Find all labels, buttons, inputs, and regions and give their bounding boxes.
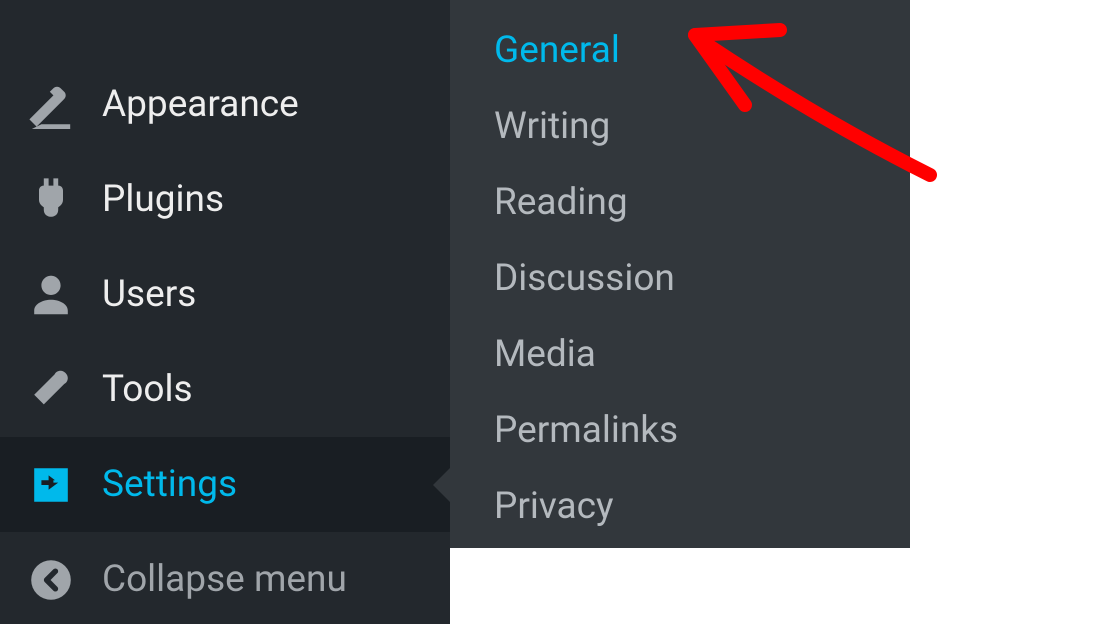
sidebar-item-label: Users <box>102 273 196 316</box>
users-icon <box>25 269 77 321</box>
sidebar-item-settings[interactable]: Settings <box>0 437 450 532</box>
sidebar-item-label: Appearance <box>102 83 299 126</box>
settings-icon <box>25 459 77 511</box>
submenu-item-label: Media <box>494 333 596 376</box>
submenu-item-writing[interactable]: Writing <box>450 88 910 164</box>
admin-sidebar: Appearance Plugins Users Tools Settings … <box>0 0 450 624</box>
submenu-item-label: Discussion <box>494 257 675 300</box>
submenu-item-label: Permalinks <box>494 409 678 452</box>
sidebar-item-tools[interactable]: Tools <box>0 342 450 437</box>
flyout-pointer <box>433 467 451 503</box>
sidebar-item-label: Tools <box>102 368 193 411</box>
submenu-item-label: Reading <box>494 181 628 224</box>
submenu-item-reading[interactable]: Reading <box>450 164 910 240</box>
sidebar-item-label: Settings <box>102 463 237 506</box>
submenu-item-general[interactable]: General <box>450 12 910 88</box>
submenu-item-privacy[interactable]: Privacy <box>450 468 910 544</box>
settings-submenu: General Writing Reading Discussion Media… <box>450 0 910 548</box>
sidebar-item-appearance[interactable]: Appearance <box>0 57 450 152</box>
sidebar-item-users[interactable]: Users <box>0 247 450 342</box>
submenu-item-label: Privacy <box>494 485 614 528</box>
sidebar-item-label: Plugins <box>102 178 224 221</box>
sidebar-item-plugins[interactable]: Plugins <box>0 152 450 247</box>
appearance-icon <box>25 79 77 131</box>
submenu-item-label: Writing <box>494 105 610 148</box>
plugins-icon <box>25 174 77 226</box>
submenu-item-media[interactable]: Media <box>450 316 910 392</box>
submenu-item-permalinks[interactable]: Permalinks <box>450 392 910 468</box>
collapse-icon <box>25 554 77 606</box>
collapse-label: Collapse menu <box>102 558 347 601</box>
collapse-menu-button[interactable]: Collapse menu <box>0 532 450 627</box>
tools-icon <box>25 364 77 416</box>
submenu-item-discussion[interactable]: Discussion <box>450 240 910 316</box>
submenu-item-label: General <box>494 29 620 72</box>
